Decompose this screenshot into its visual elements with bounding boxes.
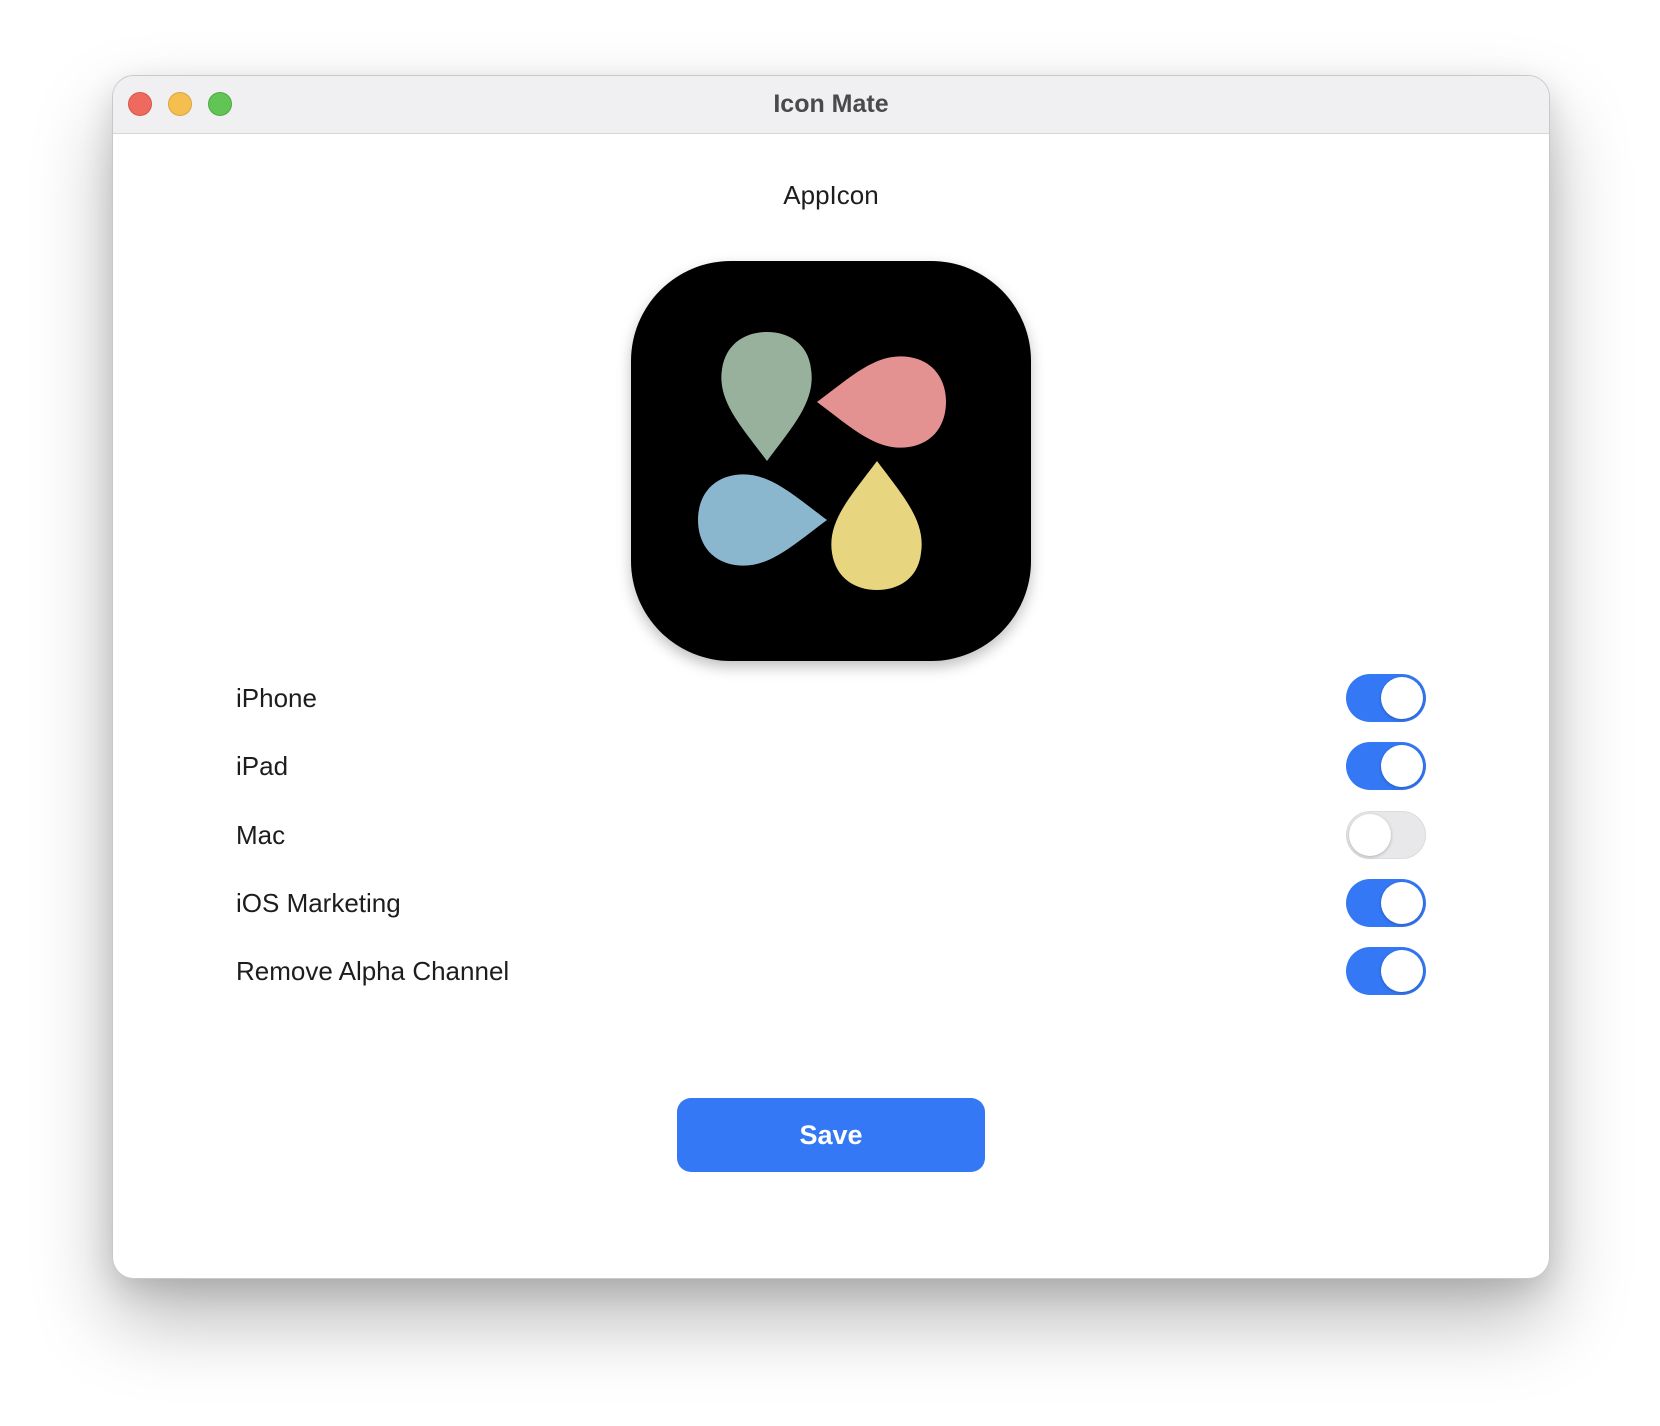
option-row-ipad: iPad [236,741,1426,791]
toggle-knob [1381,745,1423,787]
option-row-remove-alpha: Remove Alpha Channel [236,946,1426,996]
blue-drop [698,474,827,566]
toggle-mac[interactable] [1346,811,1426,859]
toggle-ipad[interactable] [1346,742,1426,790]
toggle-ios-marketing[interactable] [1346,879,1426,927]
section-title: AppIcon [783,180,879,210]
toggle-knob [1381,677,1423,719]
option-label-mac: Mac [236,820,286,850]
droplets-icon [698,332,946,590]
save-button[interactable]: Save [677,1098,985,1172]
toggle-remove-alpha[interactable] [1346,947,1426,995]
option-row-ios-marketing: iOS Marketing [236,878,1426,928]
toggle-knob [1349,814,1391,856]
option-label-remove-alpha: Remove Alpha Channel [236,956,510,986]
option-label-iphone: iPhone [236,683,317,713]
pink-drop [817,356,946,448]
toggle-iphone[interactable] [1346,674,1426,722]
green-drop [721,332,812,461]
option-row-mac: Mac [236,810,1426,860]
toggle-knob [1381,950,1423,992]
option-label-ios-marketing: iOS Marketing [236,888,401,918]
app-icon-preview[interactable] [631,261,1031,661]
app-window: Icon Mate AppIcon iPhone iPad Mac iOS Ma… [112,75,1550,1279]
title-bar[interactable]: Icon Mate [113,76,1549,134]
toggle-knob [1381,882,1423,924]
window-title: Icon Mate [773,90,889,118]
option-label-ipad: iPad [236,751,289,781]
yellow-drop [831,461,922,590]
option-row-iphone: iPhone [236,673,1426,723]
